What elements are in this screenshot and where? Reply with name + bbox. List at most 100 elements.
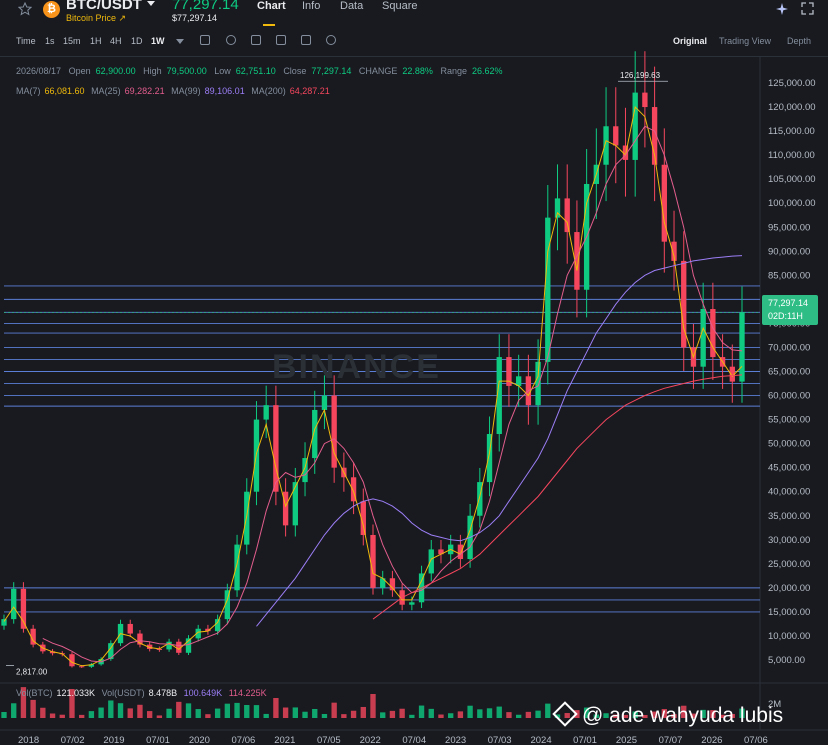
low-label: Low [214,66,231,76]
change-value: 22.88% [402,66,433,76]
ma-legend[interactable]: MA(7) 66,081.60 MA(25) 69,282.21 MA(99) 89,… [16,86,334,96]
author-signature: @ ade wahyuda lubis [552,701,784,728]
candle-body [564,198,570,233]
x-axis-tick: 07/01 [573,735,597,745]
high-price-annotation: 126,199.63 [620,71,661,80]
x-axis-tick: 07/01 [146,735,170,745]
volume-bar [166,708,172,718]
change-label: CHANGE [358,66,398,76]
volume-bar [467,705,473,718]
volume-bar [312,708,318,718]
volume-bar [146,711,153,718]
volume-bar [399,708,405,718]
volume-bar [418,705,425,718]
ma200-label: MA(200) [251,86,286,96]
volume-bar [79,714,85,718]
x-axis-tick: 2021 [274,735,295,745]
volume-bar [195,709,201,718]
y-axis-tick: 60,000.00 [768,391,810,402]
volume-bar [477,709,483,718]
close-label: Close [283,66,307,76]
volume-bar [244,705,250,718]
y-axis-tick: 110,000.00 [768,150,815,161]
candle-body [292,482,298,526]
x-axis-tick: 07/05 [317,735,341,745]
y-axis-tick: 105,000.00 [768,174,816,185]
open-label: Open [68,66,91,76]
y-axis-tick: 90,000.00 [768,246,810,257]
range-value: 26.62% [471,66,503,76]
candle-body [739,312,745,382]
y-axis-tick: 45,000.00 [768,463,810,474]
vol-ma1-value: 100.649K [183,688,223,698]
y-axis-tick: 85,000.00 [768,270,810,281]
candle-body [642,92,648,108]
y-axis-tick: 10,000.00 [768,631,810,642]
y-axis-tick: 5,000.00 [768,655,805,666]
vol-usdt-label: Vol(USDT) [101,688,145,698]
y-axis-tick: 35,000.00 [768,511,810,522]
volume-bar [49,713,56,718]
open-value: 62,900.00 [95,66,136,76]
y-axis-tick: 25,000.00 [768,559,810,570]
candle-body [79,666,85,668]
candle-body [321,395,328,410]
candle-body [234,544,240,591]
volume-bar [282,707,289,718]
signature-text: @ ade wahyuda lubis [582,704,784,727]
ma99-label: MA(99) [171,86,201,96]
ma25-label: MA(25) [91,86,121,96]
candle-body [632,92,638,160]
x-axis-tick: 07/06 [232,735,256,745]
y-axis-tick: 50,000.00 [768,439,810,450]
volume-bar [302,711,308,718]
y-axis-tick: 55,000.00 [768,415,810,426]
signature-logo-icon [552,701,578,727]
y-axis-tick: 20,000.00 [768,583,810,594]
candle-body [428,549,434,574]
y-axis-tick: 100,000.00 [768,198,816,209]
volume-bar [88,711,95,718]
vol-btc-value: 121.033K [56,688,96,698]
volume-bar [59,714,65,718]
volume-bar [176,701,182,718]
x-axis-tick: 07/06 [744,735,768,745]
current-price-label: 77,297.14 [768,298,809,308]
volume-legend: Vol(BTC) 121.033K Vol(USDT) 8.478B 100.649… [16,688,271,698]
candle-body [20,588,27,629]
candle-body [1,619,7,626]
candle-body [700,308,706,367]
candle-body [127,623,133,634]
y-axis-tick: 95,000.00 [768,222,810,233]
x-axis-tick: 07/07 [659,735,683,745]
vol-usdt-value: 8.478B [148,688,178,698]
y-axis-tick: 115,000.00 [768,126,815,137]
volume-bar [117,703,124,718]
candle-body [535,361,541,406]
volume-bar [545,703,551,718]
y-axis-tick: 30,000.00 [768,535,810,546]
y-axis-tick: 15,000.00 [768,607,810,618]
volume-bar [486,708,493,718]
x-axis-tick: 2018 [18,735,39,745]
binance-watermark: BINANCE [272,348,441,386]
volume-bar [380,712,386,718]
volume-bar [535,710,541,718]
ma7-label: MA(7) [16,86,41,96]
x-axis-tick: 2023 [445,735,466,745]
candle-body [545,217,551,362]
x-axis-tick: 07/02 [61,735,85,745]
volume-bar [234,702,240,718]
x-axis-tick: 2020 [189,735,210,745]
x-axis-tick: 2026 [701,735,722,745]
volume-bar [389,710,396,718]
ma-line-ma200 [372,374,743,620]
ma200-value: 64,287.21 [289,86,330,96]
volume-bar [448,713,454,718]
y-axis-tick: 120,000.00 [768,102,816,113]
volume-bar [360,706,366,718]
volume-bar [263,713,269,718]
x-axis-tick: 07/03 [488,735,512,745]
volume-bar [292,707,298,718]
volume-bar [506,712,512,718]
